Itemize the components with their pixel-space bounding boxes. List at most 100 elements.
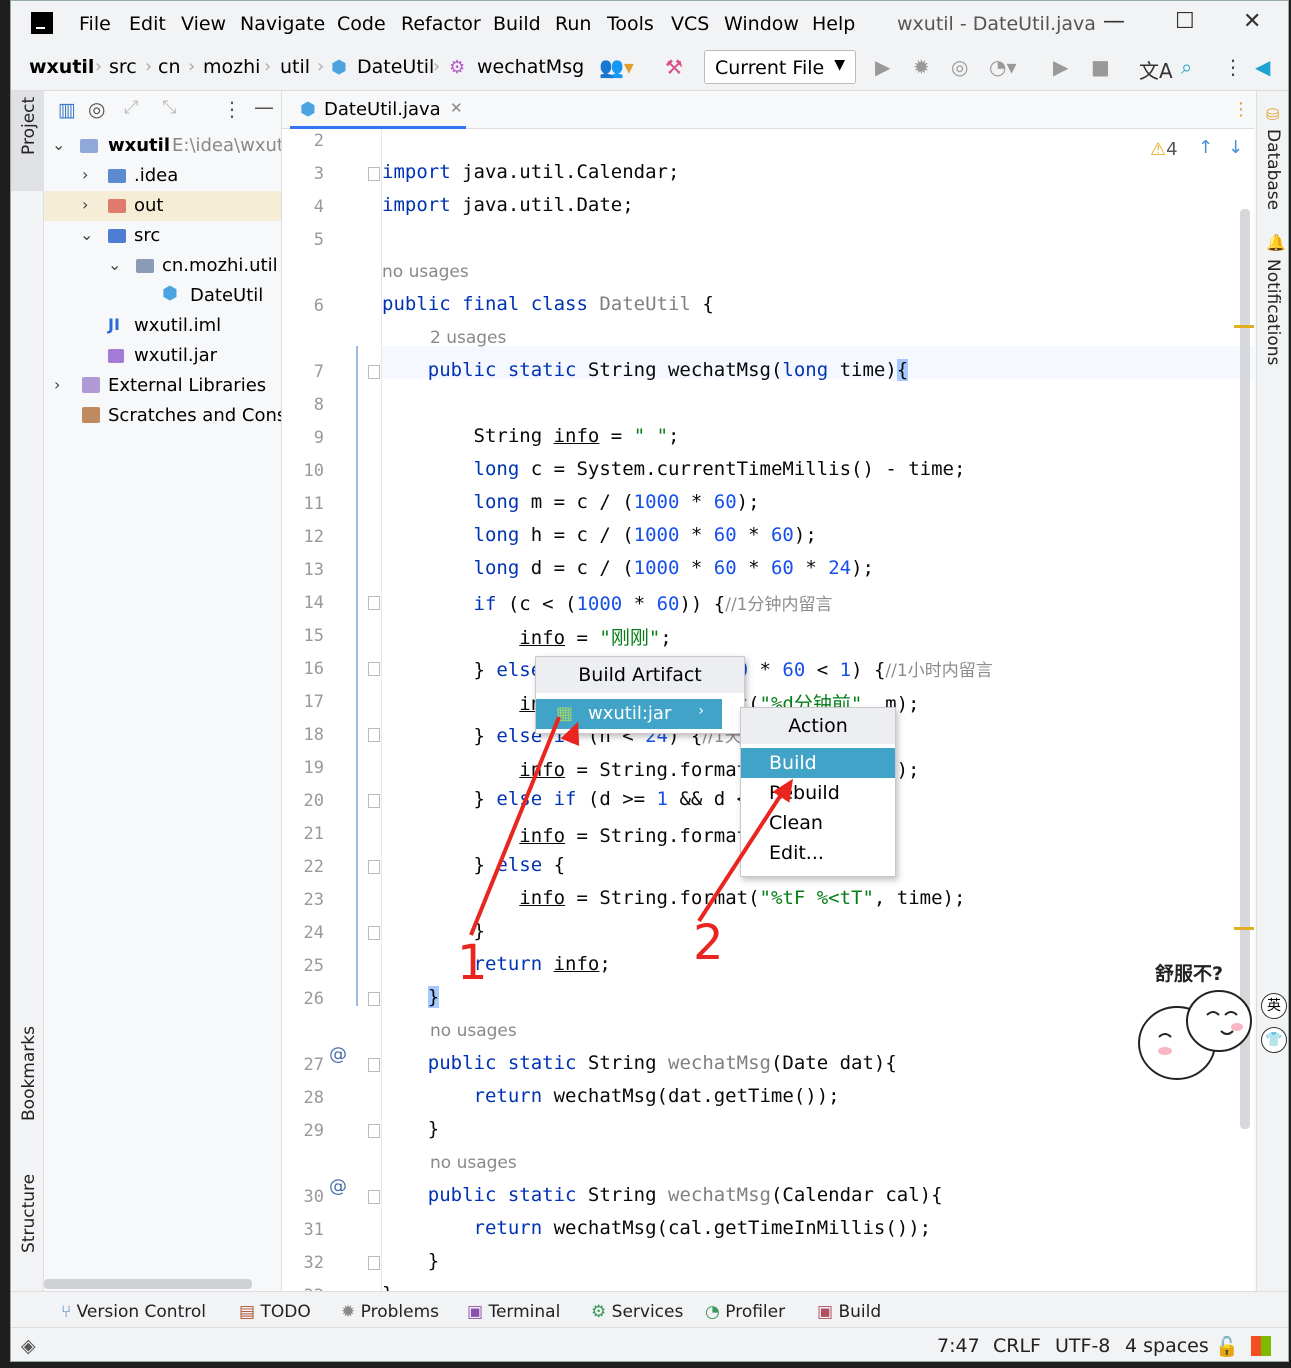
notifications-tab[interactable]: Notifications: [1263, 259, 1283, 365]
caret-position[interactable]: 7:47: [937, 1335, 980, 1357]
breadcrumb-mozhi[interactable]: mozhi: [203, 56, 260, 78]
action-edit[interactable]: Edit...: [741, 838, 895, 868]
branch-icon: ⑂: [61, 1302, 72, 1322]
tool-terminal[interactable]: ▣ Terminal: [467, 1302, 560, 1322]
code-line: }: [427, 986, 440, 1008]
minimize-icon[interactable]: —: [1103, 9, 1125, 34]
run-icon[interactable]: ▶: [875, 55, 890, 79]
tool-todo[interactable]: ▤ TODO: [239, 1302, 311, 1322]
breadcrumb-wechatmsg[interactable]: wechatMsg: [477, 56, 584, 78]
profile-icon[interactable]: ◔▾: [989, 55, 1017, 79]
terminal-icon: ▣: [467, 1302, 484, 1322]
menu-help[interactable]: Help: [812, 13, 855, 35]
debug-icon[interactable]: ✹: [913, 55, 930, 79]
breadcrumb-cn[interactable]: cn: [158, 56, 181, 78]
line-separator[interactable]: CRLF: [993, 1335, 1041, 1357]
menu-file[interactable]: File: [79, 13, 111, 35]
options-icon[interactable]: ⋮: [222, 97, 242, 121]
indent-setting[interactable]: 4 spaces: [1125, 1335, 1209, 1357]
tree-row-dateutil[interactable]: ⬢ DateUtil: [44, 281, 281, 311]
tree-row-external-libraries[interactable]: › External Libraries: [44, 371, 281, 401]
lock-icon[interactable]: 🔓: [1215, 1335, 1239, 1358]
account-icon[interactable]: 👥▾: [599, 55, 634, 79]
tree-row-iml[interactable]: JI wxutil.iml: [44, 311, 281, 341]
tree-row-scratches[interactable]: Scratches and Consoles: [44, 401, 281, 431]
menu-navigate[interactable]: Navigate: [240, 13, 325, 35]
menu-build[interactable]: Build: [493, 13, 541, 35]
tree-row-wxutil[interactable]: ⌄ wxutil E:\idea\wxutil: [44, 131, 281, 161]
breadcrumb-project[interactable]: wxutil: [29, 56, 94, 78]
collapse-all-icon[interactable]: ⤡: [162, 97, 176, 118]
menu-refactor[interactable]: Refactor: [401, 13, 481, 35]
breadcrumb-dateutil[interactable]: DateUtil: [357, 56, 434, 78]
todo-icon: ▤: [239, 1302, 256, 1322]
usage-hint[interactable]: no usages: [430, 1153, 517, 1173]
menu-window[interactable]: Window: [724, 13, 799, 35]
maximize-icon[interactable]: ☐: [1175, 9, 1195, 34]
chevron-right-icon: ›: [698, 703, 704, 719]
target-icon[interactable]: ◎: [88, 97, 105, 121]
hide-panel-icon[interactable]: —: [254, 95, 274, 119]
tool-services[interactable]: ⚙ Services: [591, 1302, 683, 1322]
translate-icon[interactable]: 文A: [1139, 55, 1173, 84]
breadcrumb-util[interactable]: util: [280, 56, 310, 78]
select-opened-file-icon[interactable]: ▥: [58, 99, 76, 121]
tree-row-jar[interactable]: wxutil.jar: [44, 341, 281, 371]
tool-build[interactable]: ▣ Build: [817, 1302, 881, 1322]
tree-row-package[interactable]: ⌄ cn.mozhi.util: [44, 251, 281, 281]
usage-hint[interactable]: 2 usages: [430, 328, 506, 348]
hammer-build-icon[interactable]: ⚒: [665, 55, 683, 79]
project-tool-tab[interactable]: Project: [11, 91, 44, 191]
tool-problems[interactable]: ✹ Problems: [341, 1302, 439, 1322]
code-line: import java.util.Date;: [382, 194, 634, 216]
usage-hint[interactable]: no usages: [430, 1021, 517, 1041]
menu-code[interactable]: Code: [337, 13, 386, 35]
menu-run[interactable]: Run: [555, 13, 591, 35]
tree-label: DateUtil: [190, 285, 264, 306]
tool-version-control[interactable]: ⑂ Version Control: [61, 1302, 206, 1322]
ime-english-icon[interactable]: 英: [1261, 993, 1287, 1019]
menu-view[interactable]: View: [181, 13, 226, 35]
structure-tab[interactable]: Structure: [19, 1174, 39, 1253]
breadcrumb-src[interactable]: src: [109, 56, 137, 78]
bell-icon: 🔔: [1266, 233, 1286, 252]
code-line: if (c < (1000 * 60)) {//1分钟内留言: [473, 593, 833, 615]
stop-icon[interactable]: ■: [1091, 55, 1110, 79]
search-icon[interactable]: ⌕: [1181, 55, 1192, 79]
profiler-icon: ◔: [705, 1302, 720, 1322]
run-attach-icon[interactable]: ▶: [1053, 55, 1068, 79]
popup-title: Action: [741, 708, 895, 744]
tool-profiler[interactable]: ◔ Profiler: [705, 1302, 785, 1322]
layers-icon[interactable]: ◈: [21, 1335, 36, 1357]
usage-hint[interactable]: no usages: [382, 262, 469, 282]
code-line: import java.util.Calendar;: [382, 161, 680, 183]
menu-edit[interactable]: Edit: [129, 13, 166, 35]
menu-vcs[interactable]: VCS: [671, 13, 709, 35]
menu-tools[interactable]: Tools: [607, 13, 654, 35]
tree-label: External Libraries: [108, 375, 267, 396]
run-config-select[interactable]: Current File ▼: [704, 50, 856, 84]
close-window-icon[interactable]: ✕: [1243, 9, 1261, 34]
close-tab-icon[interactable]: ✕: [450, 99, 463, 117]
more-icon[interactable]: ⋮: [1223, 55, 1243, 79]
action-build[interactable]: Build: [741, 748, 895, 778]
file-encoding[interactable]: UTF-8: [1055, 1335, 1110, 1357]
tab-label: DateUtil.java: [324, 99, 441, 120]
coverage-icon[interactable]: ◎: [951, 55, 968, 79]
tree-row-idea[interactable]: › .idea: [44, 161, 281, 191]
tree-row-src[interactable]: ⌄ src: [44, 221, 281, 251]
bookmarks-tab[interactable]: Bookmarks: [19, 1026, 39, 1121]
artifact-item-wxutil-jar[interactable]: ▦ wxutil:jar ›: [536, 699, 722, 729]
ime-skin-icon[interactable]: 👕: [1261, 1027, 1287, 1053]
breadcrumb-separator: ›: [95, 56, 103, 77]
database-tab[interactable]: Database: [1263, 129, 1283, 210]
action-rebuild[interactable]: Rebuild: [741, 778, 895, 808]
expand-all-icon[interactable]: ⤢: [124, 97, 138, 118]
horizontal-scrollbar[interactable]: [44, 1279, 252, 1289]
services-icon: ⚙: [591, 1302, 607, 1322]
tab-dateutil-java[interactable]: ⬢ DateUtil.java ✕: [290, 91, 466, 129]
code-with-me-icon[interactable]: ◀: [1255, 55, 1270, 79]
tab-options-icon[interactable]: ⋮: [1232, 99, 1250, 120]
chevron-right-icon: ›: [82, 195, 89, 214]
tree-row-out[interactable]: › out: [44, 191, 281, 221]
